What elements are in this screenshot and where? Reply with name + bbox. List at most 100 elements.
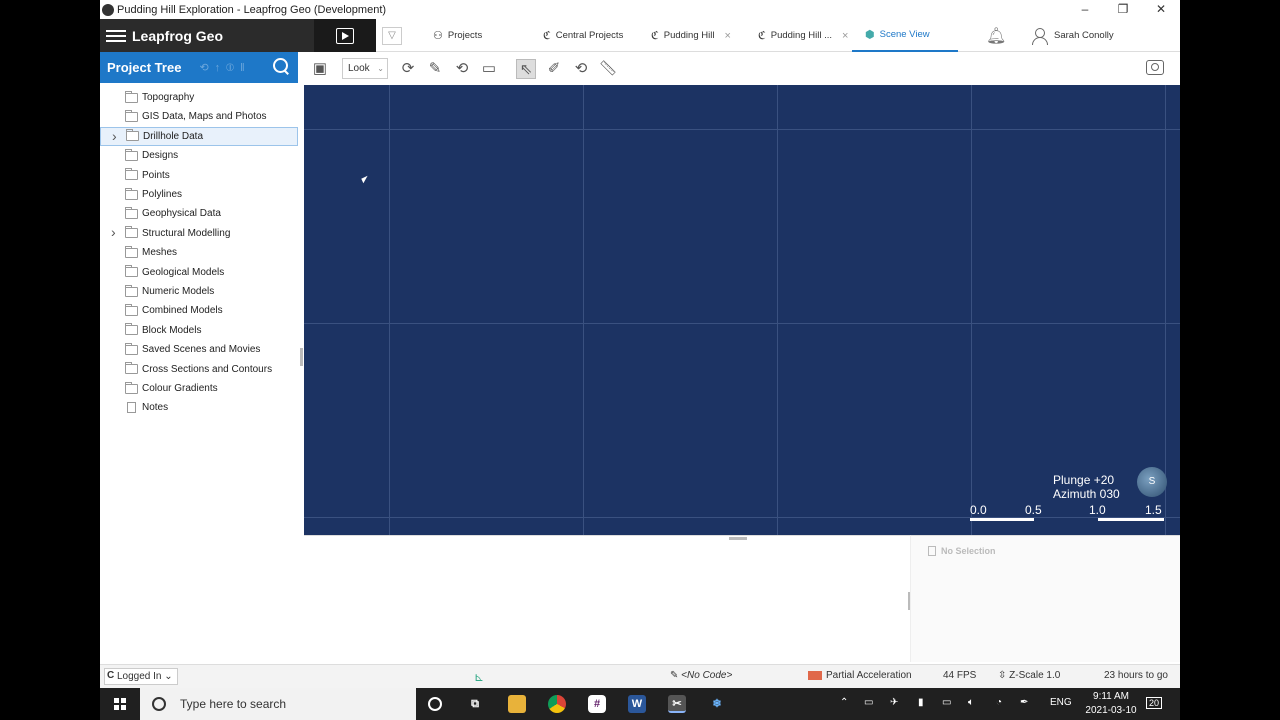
tab-label: Scene View [879, 29, 930, 40]
pencil-tool-icon[interactable]: ✎ [425, 59, 445, 79]
cortana-icon[interactable] [428, 697, 442, 711]
code-status[interactable]: ✎ <No Code> [670, 670, 732, 681]
camera-icon[interactable] [1146, 60, 1164, 75]
pane-resize-handle[interactable] [729, 537, 747, 540]
close-button[interactable]: ✕ [1142, 0, 1180, 19]
chevron-right-icon[interactable]: › [111, 224, 116, 240]
acceleration-status: Partial Acceleration [808, 670, 912, 681]
tab-scene-view[interactable]: ⬢ Scene View [852, 19, 958, 52]
chevron-right-icon[interactable]: › [112, 128, 117, 144]
tab-label: Projects [447, 30, 483, 41]
tree-tools: ⟲↑⦶‖ [199, 61, 251, 74]
folder-icon [125, 342, 138, 355]
task-view-icon[interactable]: ⧉ [466, 695, 484, 713]
logged-in-button[interactable]: Logged In ⌄ [104, 668, 178, 685]
globe-icon[interactable]: S [1137, 467, 1167, 497]
tab-projects[interactable]: ⚇ Projects [433, 19, 482, 52]
tree-item[interactable]: Numeric Models [100, 282, 298, 301]
chevron-down-icon: ⌄ [377, 64, 384, 73]
central-icon: ℭ [651, 30, 659, 42]
chrome-icon[interactable] [548, 695, 566, 713]
clock[interactable]: 9:11 AM 2021-03-10 [1080, 690, 1142, 718]
tree-splitter[interactable] [300, 348, 303, 366]
folder-icon [125, 265, 138, 278]
slack-icon[interactable]: # [588, 695, 606, 713]
look-dropdown[interactable]: Look ⌄ [342, 58, 388, 79]
volume-icon[interactable]: 🔈︎ [968, 697, 974, 708]
tree-item[interactable]: Designs [100, 146, 298, 165]
clear-scene-icon[interactable]: ▣ [310, 59, 330, 79]
tree-item[interactable]: Block Models [100, 321, 298, 340]
notifications-icon[interactable]: 20 [1146, 697, 1163, 709]
play-icon [336, 27, 354, 44]
tree-item[interactable]: Topography [100, 88, 298, 107]
tree-item-label: Points [142, 169, 170, 181]
wifi-icon[interactable]: ◔ [996, 697, 1002, 708]
draw-tool-icon[interactable]: ✐ [544, 59, 564, 79]
file-explorer-icon[interactable] [508, 695, 526, 713]
tree-item[interactable]: Cross Sections and Contours [100, 360, 298, 379]
word-icon[interactable]: W [628, 695, 646, 713]
chevron-up-icon[interactable]: ⌃ [840, 697, 848, 708]
language-indicator[interactable]: ENG [1050, 697, 1072, 708]
tree-item[interactable]: Geophysical Data [100, 204, 298, 223]
close-tab-icon[interactable]: × [842, 30, 848, 42]
tree-item-label: Saved Scenes and Movies [142, 344, 261, 356]
tree-item[interactable]: › Structural Modelling [100, 224, 298, 243]
box-tool-icon[interactable]: ▭ [479, 59, 499, 79]
brand-name: Leapfrog Geo [132, 27, 224, 44]
leapfrog-taskbar-icon[interactable]: ❄ [708, 695, 726, 713]
taskbar-search[interactable]: Type here to search [140, 688, 416, 720]
tree-item[interactable]: Combined Models [100, 301, 298, 320]
tree-item[interactable]: Colour Gradients [100, 379, 298, 398]
shapes-list-pane [304, 535, 910, 662]
tree-item[interactable]: Saved Scenes and Movies [100, 340, 298, 359]
network-app-icon[interactable]: ✈ [890, 697, 898, 708]
folder-icon [125, 362, 138, 375]
logged-in-label: Logged In [117, 671, 162, 682]
microphone-icon[interactable]: ▮ [918, 697, 924, 708]
search-icon[interactable] [273, 58, 290, 75]
tab-pudding-hill[interactable]: ℭ Pudding Hill × [651, 19, 731, 52]
bell-icon[interactable]: 🔔︎ [986, 26, 1006, 46]
move-tool-icon[interactable]: ⟲ [571, 59, 591, 79]
rotate-tool-icon[interactable]: ⟳ [398, 59, 418, 79]
project-tree-header: Project Tree ⟲↑⦶‖ [100, 52, 298, 83]
tab-central-projects[interactable]: ℭ Central Projects [543, 19, 623, 52]
nav-dropdown-button[interactable]: ▽ [382, 27, 402, 45]
scene-icon: ⬢ [865, 29, 875, 41]
tree-item[interactable]: GIS Data, Maps and Photos [100, 107, 298, 126]
select-tool-icon[interactable]: ⇖ [516, 59, 536, 79]
folder-icon [125, 226, 138, 239]
tree-item[interactable]: Geological Models [100, 263, 298, 282]
look-label: Look [348, 63, 370, 74]
slice-tool-icon[interactable]: ⟲ [452, 59, 472, 79]
pen-icon[interactable]: ✒ [1020, 697, 1028, 708]
tree-item[interactable]: Meshes [100, 243, 298, 262]
tree-item[interactable]: Points [100, 166, 298, 185]
tree-item-label: Notes [142, 402, 169, 414]
folder-icon [125, 109, 138, 122]
scene-view[interactable]: Plunge +20 Azimuth 030 S 0.0 0.5 1.0 1.5 [304, 85, 1180, 535]
folder-icon [126, 129, 139, 142]
minimize-button[interactable]: – [1066, 0, 1104, 19]
tab-pudding-hill-2[interactable]: ℭ Pudding Hill ... × [758, 19, 848, 52]
meet-now-icon[interactable]: ▭ [864, 697, 873, 708]
note-icon [127, 402, 136, 414]
tree-item[interactable]: Notes [100, 398, 298, 417]
axes-icon[interactable]: ⊾ [474, 670, 484, 684]
ruler-tool-icon[interactable]: 📏︎ [598, 59, 618, 79]
play-button[interactable] [314, 19, 376, 52]
maximize-button[interactable]: ❐ [1104, 0, 1142, 19]
tree-item[interactable]: › Drillhole Data [100, 126, 298, 146]
zscale-control[interactable]: ⇳ Z-Scale 1.0 [998, 670, 1060, 681]
snipping-tool-icon[interactable]: ✂ [668, 695, 686, 713]
user-menu[interactable]: Sarah Conolly [1032, 19, 1114, 52]
app-window: Pudding Hill Exploration - Leapfrog Geo … [100, 0, 1180, 688]
battery-icon[interactable]: ▭ [942, 697, 951, 708]
menu-icon[interactable] [106, 29, 126, 42]
folder-icon [125, 284, 138, 297]
close-tab-icon[interactable]: × [724, 30, 730, 42]
tree-item[interactable]: Polylines [100, 185, 298, 204]
windows-start-icon[interactable] [114, 698, 126, 710]
